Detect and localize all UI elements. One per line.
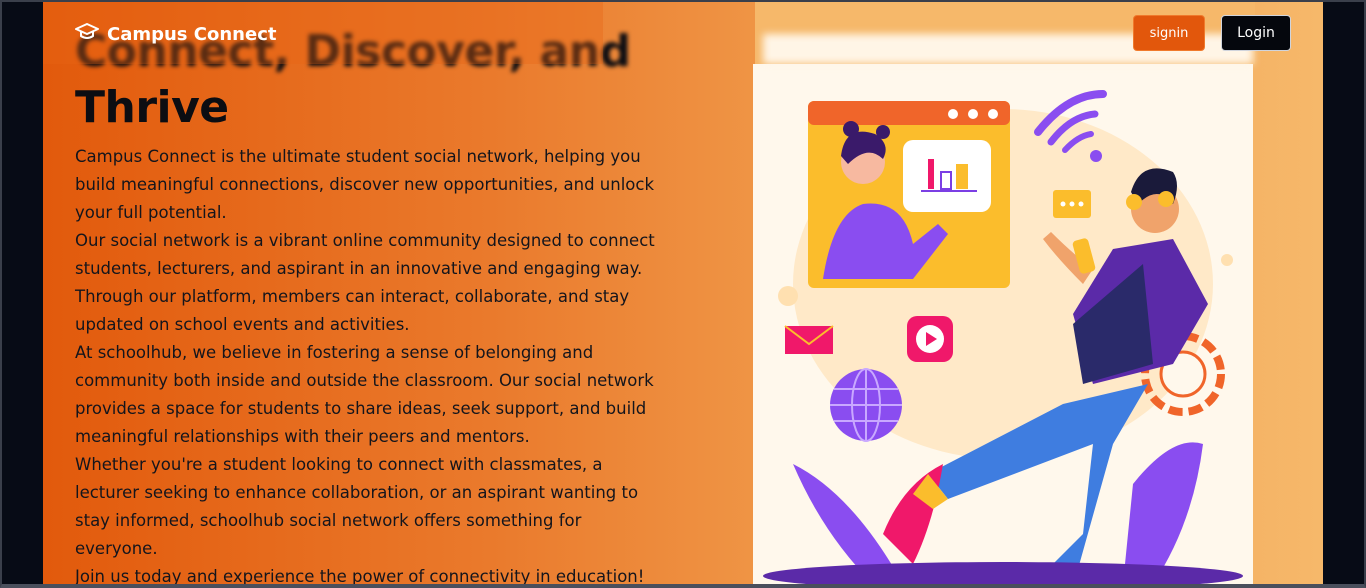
- brand-logo-link[interactable]: Campus Connect: [75, 20, 276, 49]
- hero-illustration: [753, 64, 1253, 584]
- hero-title-line2: Thrive: [75, 82, 229, 133]
- hero-description: Campus Connect is the ultimate student s…: [75, 143, 655, 584]
- login-button[interactable]: Login: [1221, 15, 1291, 51]
- signin-button[interactable]: signin: [1133, 15, 1205, 51]
- hero-paragraph: Our social network is a vibrant online c…: [75, 231, 655, 334]
- top-navbar: Campus Connect signin Login: [43, 2, 1323, 64]
- hero-paragraph: Campus Connect is the ultimate student s…: [75, 147, 655, 222]
- hero-paragraph: At schoolhub, we believe in fostering a …: [75, 343, 654, 446]
- brand-name: Campus Connect: [107, 24, 277, 45]
- hero-paragraph: Whether you're a student looking to conn…: [75, 455, 639, 558]
- graduation-cap-icon: [75, 20, 99, 49]
- landing-page: Connect, Discover, and Thrive Campus Con…: [43, 2, 1323, 584]
- hero-paragraph: Join us today and experience the power o…: [75, 567, 645, 584]
